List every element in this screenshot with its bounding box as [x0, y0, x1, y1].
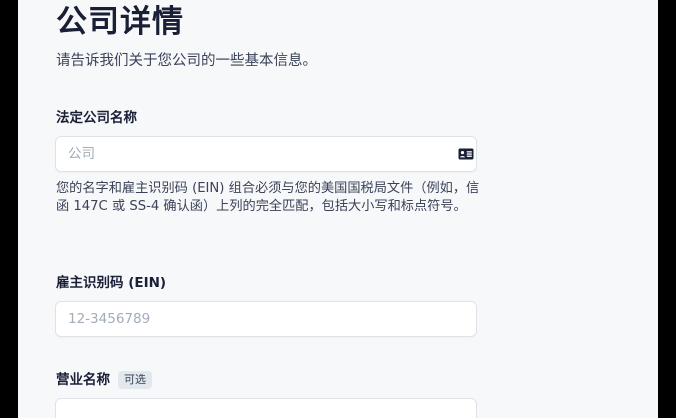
legal-name-placeholder: 公司	[68, 146, 95, 162]
contact-card-icon	[458, 148, 474, 160]
business-name-label-text: 营业名称	[56, 372, 110, 388]
business-name-label: 营业名称 可选	[56, 370, 152, 390]
legal-name-label: 法定公司名称	[56, 110, 137, 126]
legal-name-input[interactable]: 公司	[55, 136, 477, 172]
ein-placeholder: 12-3456789	[68, 311, 151, 327]
page-subtitle: 请告诉我们关于您公司的一些基本信息。	[56, 53, 317, 69]
ein-label: 雇主识别码 (EIN)	[56, 275, 167, 291]
form-panel: 公司详情 请告诉我们关于您公司的一些基本信息。 法定公司名称 公司 您的名字和雇…	[18, 0, 658, 418]
legal-name-help: 您的名字和雇主识别码 (EIN) 组合必须与您的美国国税局文件（例如，信函 14…	[56, 181, 480, 214]
page-title: 公司详情	[56, 4, 184, 40]
ein-input[interactable]: 12-3456789	[55, 301, 477, 337]
optional-badge: 可选	[118, 371, 152, 389]
business-name-input[interactable]	[55, 398, 477, 418]
